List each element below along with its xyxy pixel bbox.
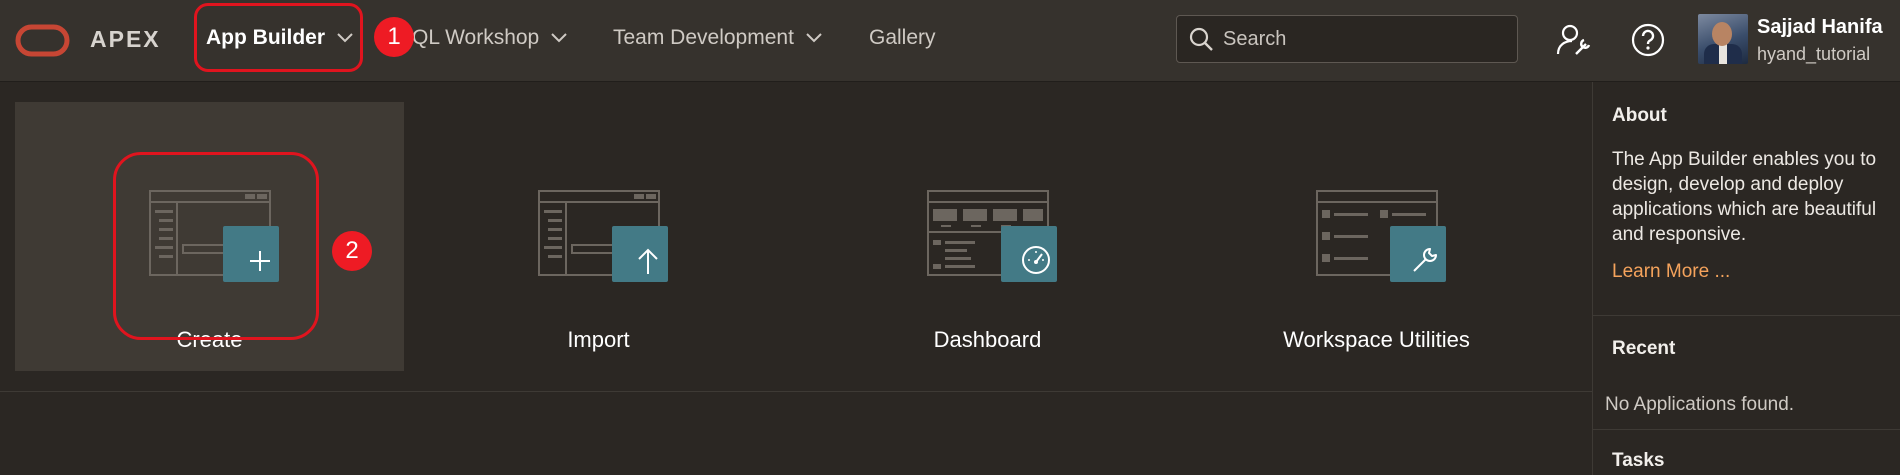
nav-sql-workshop[interactable]: SQL Workshop	[398, 26, 567, 50]
nav-team-development-label: Team Development	[613, 26, 794, 49]
right-sidebar: About The App Builder enables you to des…	[1592, 82, 1900, 475]
dashboard-tile-label: Dashboard	[933, 327, 1042, 352]
chevron-down-icon	[806, 33, 822, 43]
administration-icon[interactable]	[1556, 22, 1592, 58]
highlight-app-builder	[194, 3, 363, 72]
search-box[interactable]	[1176, 15, 1518, 63]
recent-empty-message: No Applications found.	[1605, 394, 1795, 415]
about-title: About	[1612, 105, 1667, 126]
search-icon	[1189, 27, 1213, 51]
tasks-title: Tasks	[1612, 450, 1665, 471]
user-name[interactable]: Sajjad Hanifa	[1757, 16, 1883, 39]
dashboard-tile[interactable]: Dashboard	[793, 102, 1182, 371]
recent-title: Recent	[1612, 338, 1676, 359]
chevron-down-icon	[551, 33, 567, 43]
callout-2: 2	[332, 231, 372, 271]
oracle-logo-icon[interactable]	[15, 24, 70, 57]
callout-1: 1	[374, 17, 414, 57]
highlight-create-tile	[113, 152, 319, 340]
arrow-up-icon	[638, 248, 658, 274]
nav-sql-workshop-label: SQL Workshop	[398, 26, 540, 49]
import-tile-label: Import	[567, 327, 630, 352]
user-avatar[interactable]	[1698, 14, 1748, 64]
about-text: The App Builder enables you to design, d…	[1612, 149, 1877, 245]
help-icon[interactable]	[1630, 22, 1666, 58]
workspace-name[interactable]: hyand_tutorial	[1757, 44, 1870, 65]
recent-region: Recent No Applications found.	[1593, 316, 1900, 430]
workspace-utilities-tile-label: Workspace Utilities	[1283, 327, 1470, 352]
gauge-icon	[1022, 246, 1050, 274]
about-region: About The App Builder enables you to des…	[1593, 82, 1900, 316]
nav-gallery[interactable]: Gallery	[869, 26, 936, 50]
import-tile[interactable]: Import	[404, 102, 793, 371]
learn-more-link[interactable]: Learn More ...	[1612, 261, 1730, 283]
wrench-icon	[1413, 248, 1437, 272]
nav-gallery-label: Gallery	[869, 26, 936, 49]
search-input[interactable]	[1221, 26, 1505, 52]
workspace-utilities-tile[interactable]: Workspace Utilities	[1182, 102, 1571, 371]
nav-team-development[interactable]: Team Development	[613, 26, 822, 50]
apex-brand[interactable]: APEX	[90, 26, 161, 53]
